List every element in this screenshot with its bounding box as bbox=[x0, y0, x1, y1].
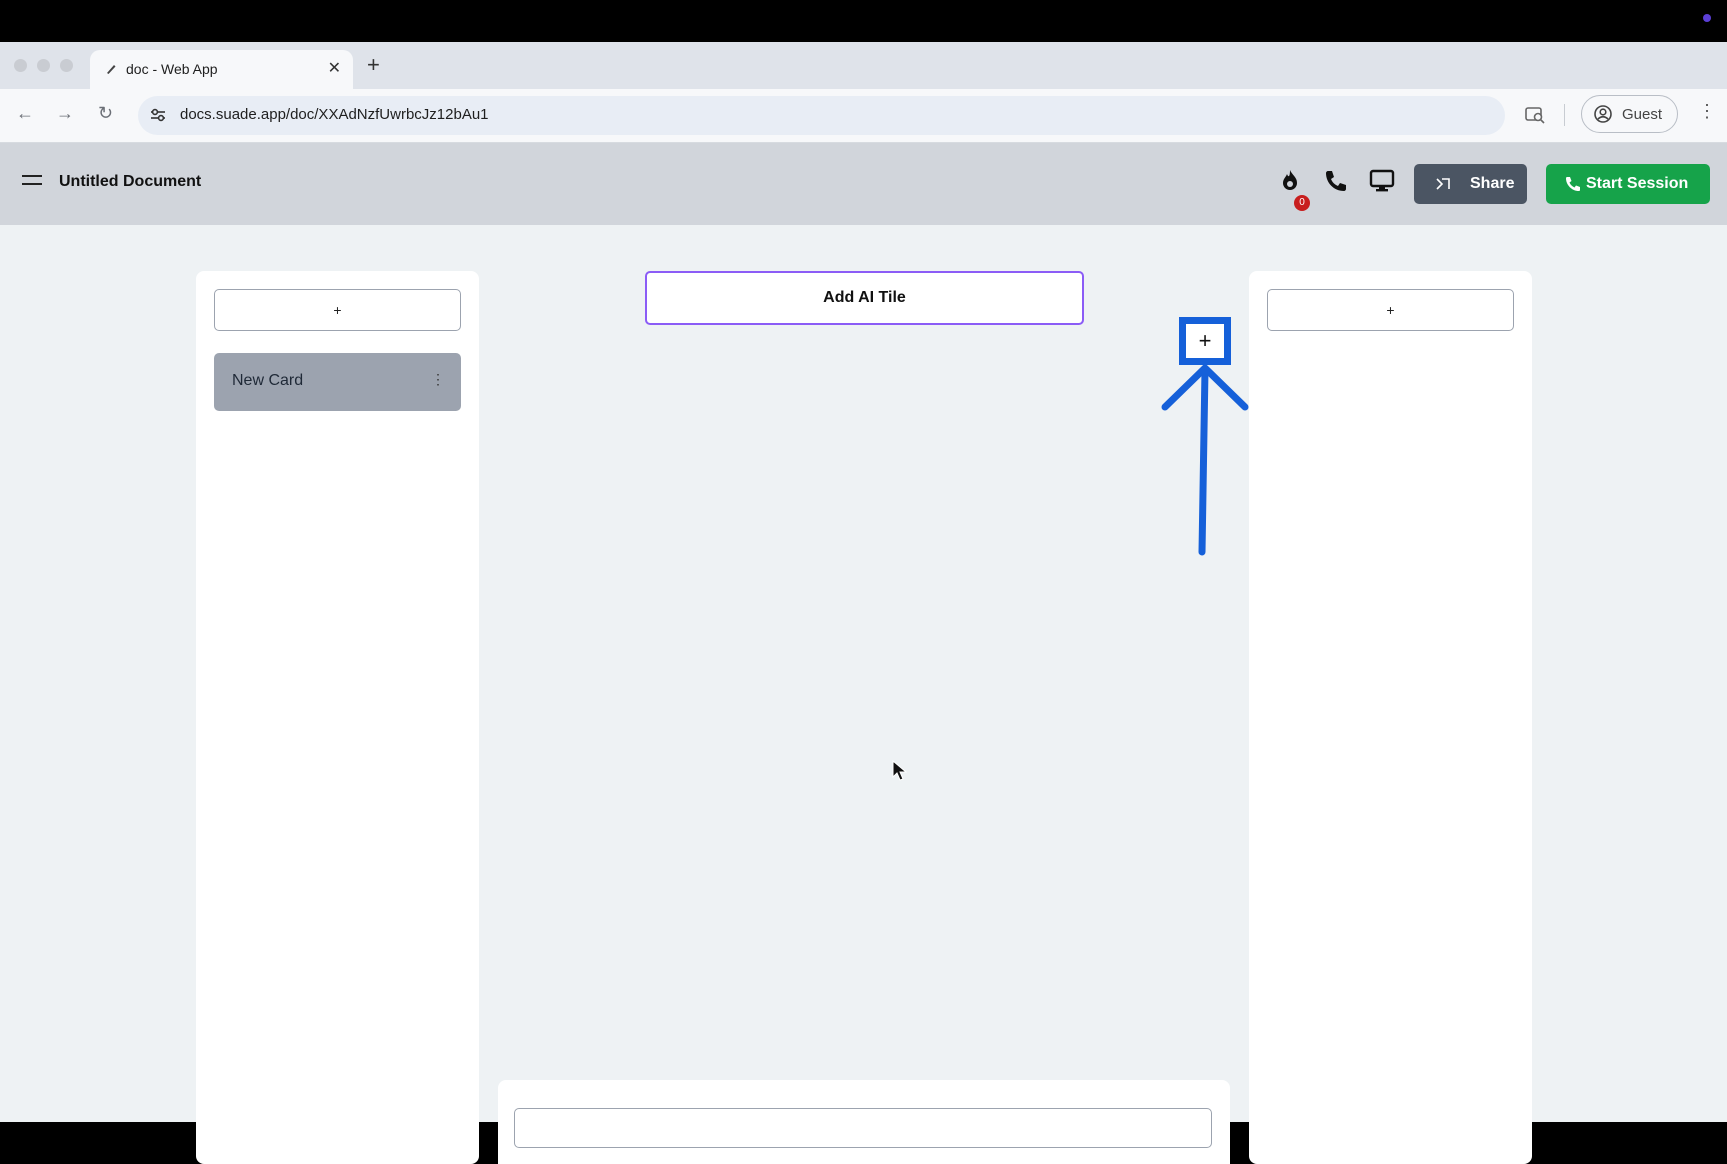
share-button[interactable]: Share bbox=[1414, 164, 1527, 204]
streak-flame-icon[interactable] bbox=[1276, 167, 1304, 195]
browser-tab[interactable]: doc - Web App ✕ bbox=[90, 50, 353, 89]
profile-button[interactable]: Guest bbox=[1581, 95, 1678, 133]
window-zoom-control[interactable] bbox=[60, 59, 73, 72]
right-column: + bbox=[1249, 271, 1532, 1164]
phone-icon[interactable] bbox=[1322, 167, 1350, 195]
screen-share-icon[interactable] bbox=[1368, 167, 1396, 195]
window-close-control[interactable] bbox=[14, 59, 27, 72]
back-icon[interactable]: ← bbox=[16, 103, 34, 124]
forward-icon[interactable]: → bbox=[56, 103, 74, 124]
app-header: Untitled Document 0 Share Start Session bbox=[0, 143, 1727, 225]
close-tab-icon[interactable]: ✕ bbox=[328, 58, 341, 78]
bottom-panel bbox=[498, 1080, 1230, 1164]
phone-icon bbox=[1566, 177, 1580, 191]
hamburger-menu-icon[interactable] bbox=[22, 175, 42, 189]
start-session-button[interactable]: Start Session bbox=[1546, 164, 1710, 204]
mouse-cursor-icon bbox=[892, 760, 908, 781]
url-text: docs.suade.app/doc/XXAdNzfUwrbcJz12bAu1 bbox=[180, 106, 489, 123]
card[interactable]: New Card ⋮ bbox=[214, 353, 461, 411]
card-title: New Card bbox=[232, 372, 304, 389]
site-settings-icon[interactable] bbox=[148, 105, 168, 125]
streak-count-badge: 0 bbox=[1294, 195, 1310, 211]
os-top-bar bbox=[0, 0, 1727, 42]
add-card-button-right[interactable]: + bbox=[1267, 289, 1514, 331]
profile-label: Guest bbox=[1622, 106, 1663, 123]
tab-strip: doc - Web App ✕ + bbox=[0, 42, 1727, 89]
left-column: + New Card ⋮ bbox=[196, 271, 479, 1164]
add-column-button[interactable]: + bbox=[1179, 317, 1231, 365]
status-dot bbox=[1703, 14, 1711, 22]
bottom-input[interactable] bbox=[514, 1108, 1212, 1148]
search-lens-icon[interactable] bbox=[1524, 104, 1546, 126]
pen-favicon-icon bbox=[107, 65, 116, 74]
user-avatar-icon bbox=[1594, 105, 1612, 123]
annotation-arrow-icon bbox=[1161, 364, 1249, 556]
reload-icon[interactable]: ↻ bbox=[98, 103, 113, 124]
add-ai-tile-button[interactable]: Add AI Tile bbox=[645, 271, 1084, 325]
browser-window: doc - Web App ✕ + ← → ↻ docs.suade.app/d… bbox=[0, 42, 1727, 1164]
document-title[interactable]: Untitled Document bbox=[59, 173, 201, 191]
card-menu-icon[interactable]: ⋮ bbox=[431, 371, 445, 388]
window-minimize-control[interactable] bbox=[37, 59, 50, 72]
add-card-button[interactable]: + bbox=[214, 289, 461, 331]
share-icon bbox=[1436, 178, 1450, 190]
toolbar-divider bbox=[1564, 104, 1565, 126]
new-tab-icon[interactable]: + bbox=[367, 52, 380, 78]
address-bar[interactable]: docs.suade.app/doc/XXAdNzfUwrbcJz12bAu1 bbox=[138, 96, 1505, 135]
browser-menu-icon[interactable]: ⋮ bbox=[1698, 101, 1716, 122]
navigation-bar: ← → ↻ docs.suade.app/doc/XXAdNzfUwrbcJz1… bbox=[0, 89, 1727, 143]
share-label: Share bbox=[1470, 175, 1515, 192]
tab-title: doc - Web App bbox=[126, 61, 218, 77]
start-session-label: Start Session bbox=[1586, 175, 1689, 192]
